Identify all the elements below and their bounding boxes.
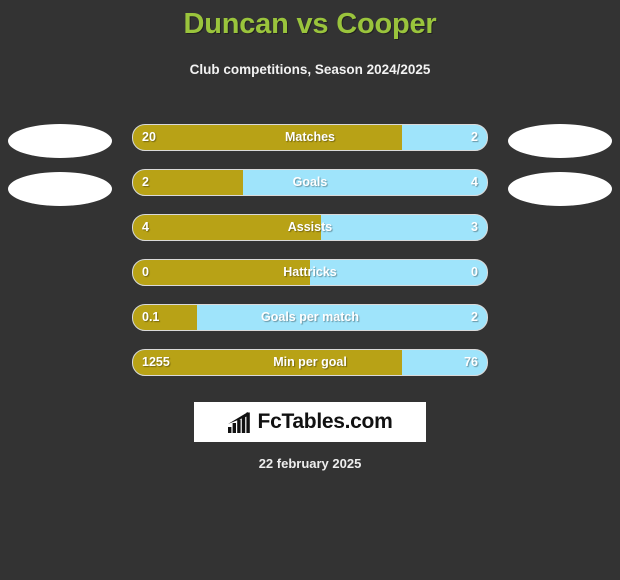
stat-bar-list: Matches 20 2 Goals 2 4 Assists 4 3 Hattricks 0 0 Goa…: [132, 124, 488, 394]
home-team-logo-1: [8, 124, 112, 158]
stat-bar-away-value: 3: [471, 220, 478, 234]
stat-bar-away-value: 0: [471, 265, 478, 279]
stat-bar-away-value: 2: [471, 310, 478, 324]
away-team-logo-2: [508, 172, 612, 206]
stat-bar-label: Min per goal: [273, 355, 347, 369]
stat-bar-row: Assists 4 3: [132, 214, 488, 241]
home-team-logo-2: [8, 172, 112, 206]
stat-bar-away-value: 2: [471, 130, 478, 144]
stat-bar-row: Min per goal 1255 76: [132, 349, 488, 376]
fctables-logo-text: FcTables.com: [257, 410, 393, 433]
report-date: 22 february 2025: [258, 456, 362, 471]
stat-bar-label: Goals per match: [261, 310, 359, 324]
bar-chart-growth-icon: [227, 411, 250, 433]
page-subtitle: Club competitions, Season 2024/2025: [189, 62, 431, 77]
stat-bar-label: Goals: [292, 175, 328, 189]
stat-bar-home-value: 1255: [142, 355, 170, 369]
stat-bar-home-value: 2: [142, 175, 149, 189]
stat-bar-home-value: 0: [142, 265, 149, 279]
stat-bar-row: Goals per match 0.1 2: [132, 304, 488, 331]
stat-bar-row: Goals 2 4: [132, 169, 488, 196]
stats-comparison-page: Duncan vs Cooper Club competitions, Seas…: [0, 0, 620, 580]
stat-bar-away-value: 4: [471, 175, 478, 189]
page-title: Duncan vs Cooper: [183, 8, 437, 40]
stat-bar-away-value: 76: [464, 355, 478, 369]
stat-bar-home-value: 0.1: [142, 310, 160, 324]
stat-bar-home-value: 4: [142, 220, 149, 234]
stat-bar-home-value: 20: [142, 130, 156, 144]
stat-bar-label: Matches: [284, 130, 336, 144]
stat-bar-row: Matches 20 2: [132, 124, 488, 151]
fctables-logo[interactable]: FcTables.com: [194, 402, 426, 442]
stat-bar-label: Hattricks: [283, 265, 337, 279]
stat-bar-row: Hattricks 0 0: [132, 259, 488, 286]
away-team-logo-1: [508, 124, 612, 158]
stat-bar-label: Assists: [287, 220, 333, 234]
